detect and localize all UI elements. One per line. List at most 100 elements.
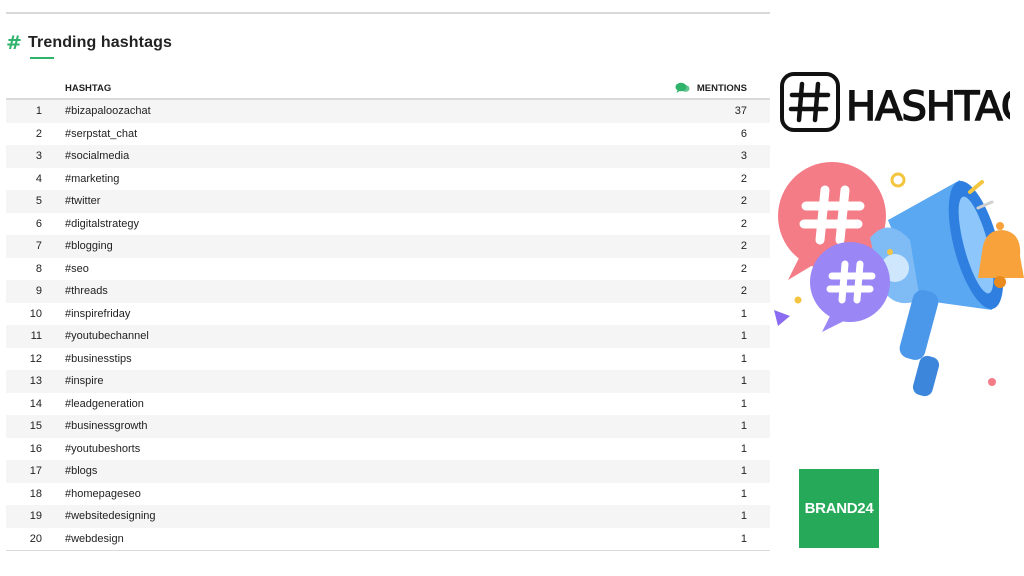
table-row[interactable]: 6 #digitalstrategy 2 (6, 213, 770, 236)
megaphone-icon (870, 180, 1004, 397)
row-mentions: 2 (740, 195, 747, 208)
row-rank: 15 (29, 420, 42, 433)
table-row[interactable]: 8 #seo 2 (6, 258, 770, 281)
row-hashtag[interactable]: #marketing (42, 173, 741, 185)
purple-hash-bubble-icon (810, 242, 890, 332)
top-divider (6, 12, 770, 14)
table-row[interactable]: 5 #twitter 2 (6, 190, 770, 213)
confetti-dot-icon (794, 296, 802, 304)
row-rank: 7 (35, 240, 42, 253)
row-mentions: 1 (740, 397, 747, 410)
row-hashtag[interactable]: #socialmedia (42, 150, 741, 162)
brand24-logo: BRAND24 (799, 469, 879, 548)
row-mentions: 1 (740, 420, 747, 433)
row-hashtag[interactable]: #leadgeneration (42, 398, 741, 410)
row-hashtag[interactable]: #twitter (42, 195, 741, 207)
table-bottom-divider (6, 550, 770, 551)
row-mentions: 37 (734, 105, 747, 118)
row-mentions: 1 (740, 465, 747, 478)
table-row[interactable]: 12 #businesstips 1 (6, 348, 770, 371)
table-row[interactable]: 16 #youtubeshorts 1 (6, 438, 770, 461)
row-rank: 12 (29, 352, 42, 365)
row-rank: 17 (29, 465, 42, 478)
hashtag-logo-icon: HASHTAG (780, 72, 1010, 132)
row-mentions: 1 (740, 487, 747, 500)
row-mentions: 1 (740, 307, 747, 320)
confetti-dot-icon (988, 378, 996, 386)
row-hashtag[interactable]: #businessgrowth (42, 420, 741, 432)
row-hashtag[interactable]: #youtubeshorts (42, 443, 741, 455)
row-rank: 10 (29, 307, 42, 320)
row-rank: 4 (35, 172, 42, 185)
confetti-ring-icon (890, 172, 906, 188)
row-hashtag[interactable]: #websitedesigning (42, 510, 741, 522)
row-rank: 11 (30, 330, 42, 343)
column-header-mentions-label: MENTIONS (696, 82, 747, 94)
row-hashtag[interactable]: #homepageseo (42, 488, 741, 500)
column-header-mentions[interactable]: MENTIONS (675, 82, 770, 94)
hash-icon: # (6, 32, 22, 54)
row-hashtag[interactable]: #seo (42, 263, 741, 275)
row-hashtag[interactable]: #youtubechannel (42, 330, 741, 342)
row-rank: 20 (29, 532, 42, 545)
table-row[interactable]: 4 #marketing 2 (6, 168, 770, 191)
row-mentions: 6 (740, 127, 747, 140)
row-hashtag[interactable]: #businesstips (42, 353, 741, 365)
row-hashtag[interactable]: #inspire (42, 375, 741, 387)
row-rank: 6 (35, 217, 42, 230)
row-hashtag[interactable]: #blogs (42, 465, 741, 477)
megaphone-illustration (774, 162, 1024, 397)
table-row[interactable]: 11 #youtubechannel 1 (6, 325, 770, 348)
table-row[interactable]: 9 #threads 2 (6, 280, 770, 303)
row-rank: 19 (29, 510, 42, 523)
hashtag-logo-word: HASHTAG (846, 84, 1010, 130)
table-row[interactable]: 7 #blogging 2 (6, 235, 770, 258)
row-hashtag[interactable]: #webdesign (42, 533, 741, 545)
row-rank: 2 (35, 127, 42, 140)
table-row[interactable]: 13 #inspire 1 (6, 370, 770, 393)
panel-title: Trending hashtags (28, 34, 172, 51)
row-rank: 9 (35, 285, 42, 298)
table-row[interactable]: 14 #leadgeneration 1 (6, 393, 770, 416)
table-row[interactable]: 3 #socialmedia 3 (6, 145, 770, 168)
table-row[interactable]: 1 #bizapaloozachat 37 (6, 100, 770, 123)
row-rank: 1 (35, 105, 42, 118)
row-mentions: 2 (740, 217, 747, 230)
row-hashtag[interactable]: #serpstat_chat (42, 128, 741, 140)
table-header: HASHTAG MENTIONS (6, 78, 770, 100)
row-mentions: 2 (740, 285, 747, 298)
title-underline (30, 57, 54, 59)
panel-header: # Trending hashtags (6, 30, 172, 56)
column-header-hashtag[interactable]: HASHTAG (6, 83, 675, 94)
row-rank: 8 (35, 262, 42, 275)
row-mentions: 3 (740, 150, 747, 163)
row-hashtag[interactable]: #threads (42, 285, 741, 297)
row-rank: 16 (29, 442, 42, 455)
row-rank: 5 (35, 195, 42, 208)
row-mentions: 1 (740, 532, 747, 545)
table-body: 1 #bizapaloozachat 37 2 #serpstat_chat 6 3 #soc… (6, 100, 770, 550)
row-mentions: 2 (740, 172, 747, 185)
chat-bubbles-icon (675, 82, 690, 93)
table-row[interactable]: 19 #websitedesigning 1 (6, 505, 770, 528)
row-mentions: 1 (740, 330, 747, 343)
row-rank: 14 (29, 397, 42, 410)
row-mentions: 1 (740, 442, 747, 455)
table-row[interactable]: 18 #homepageseo 1 (6, 483, 770, 506)
row-mentions: 1 (740, 375, 747, 388)
table-row[interactable]: 20 #webdesign 1 (6, 528, 770, 551)
table-row[interactable]: 2 #serpstat_chat 6 (6, 123, 770, 146)
row-hashtag[interactable]: #blogging (42, 240, 741, 252)
row-mentions: 1 (740, 510, 747, 523)
table-row[interactable]: 10 #inspirefriday 1 (6, 303, 770, 326)
row-mentions: 2 (740, 240, 747, 253)
confetti-triangle-icon (774, 310, 790, 326)
row-rank: 3 (35, 150, 42, 163)
brand24-logo-text: BRAND24 (804, 500, 874, 517)
row-hashtag[interactable]: #digitalstrategy (42, 218, 741, 230)
row-hashtag[interactable]: #bizapaloozachat (42, 105, 735, 117)
table-row[interactable]: 15 #businessgrowth 1 (6, 415, 770, 438)
confetti-dot-icon (887, 249, 893, 255)
table-row[interactable]: 17 #blogs 1 (6, 460, 770, 483)
row-hashtag[interactable]: #inspirefriday (42, 308, 741, 320)
